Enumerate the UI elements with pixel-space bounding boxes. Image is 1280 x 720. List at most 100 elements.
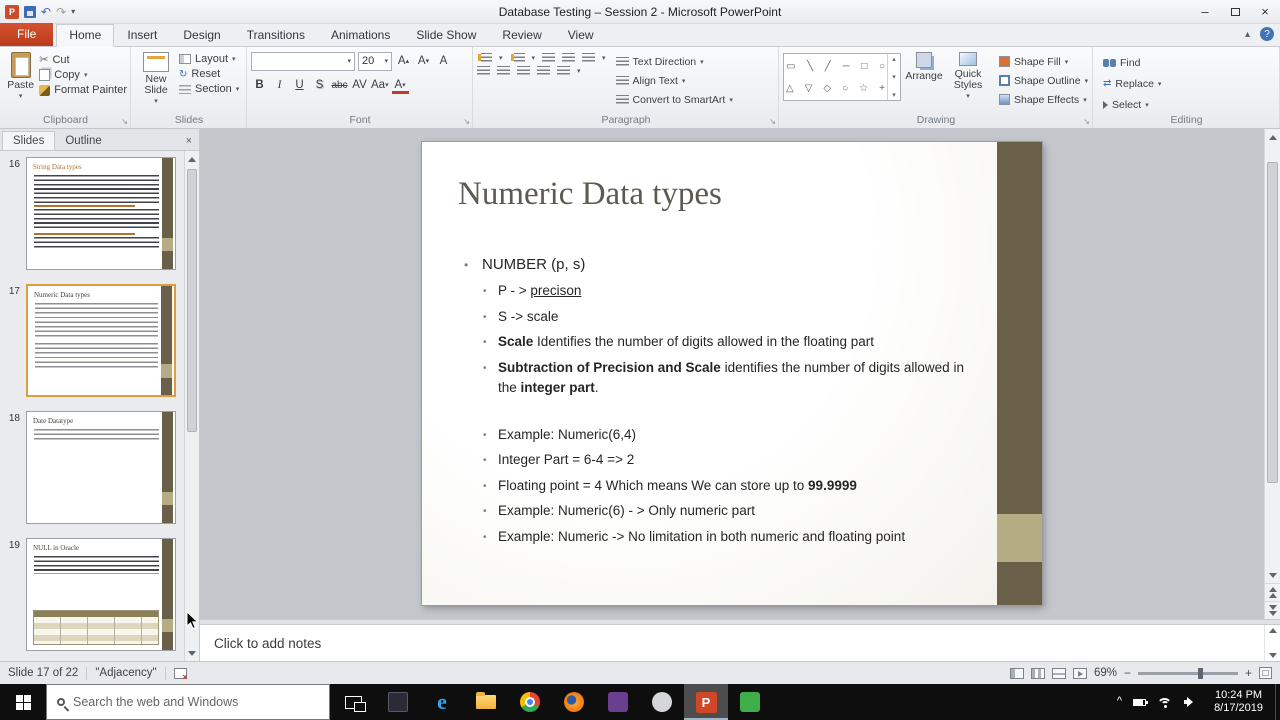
align-text-button[interactable]: Align Text ▾ — [615, 72, 733, 89]
wifi-icon[interactable] — [1157, 697, 1173, 708]
convert-smartart-button[interactable]: Convert to SmartArt ▾ — [615, 91, 733, 108]
numbering-icon[interactable] — [513, 53, 525, 62]
slide-title[interactable]: Numeric Data types — [458, 176, 722, 213]
taskbar-edge[interactable]: e — [420, 684, 464, 720]
font-color-icon[interactable]: A ▾ — [391, 79, 409, 94]
select-button[interactable]: Select ▾ — [1103, 96, 1276, 113]
tray-expand-icon[interactable]: ^ — [1117, 695, 1122, 707]
notes-pane[interactable]: Click to add notes — [200, 625, 1280, 661]
help-icon[interactable]: ? — [1260, 27, 1274, 41]
change-case-icon[interactable]: Aa ▾ — [371, 76, 389, 94]
increase-indent-icon[interactable] — [562, 53, 576, 62]
tab-insert[interactable]: Insert — [114, 25, 170, 46]
text-direction-button[interactable]: Text Direction ▾ — [615, 53, 733, 70]
shrink-font-icon[interactable]: A ▾ — [415, 52, 432, 70]
slide-19-thumbnail[interactable]: NULL in Oracle — [26, 538, 176, 651]
taskbar-app-dark[interactable] — [376, 684, 420, 720]
justify-icon[interactable] — [537, 66, 550, 75]
layout-button[interactable]: Layout ▾ — [179, 53, 239, 65]
align-center-icon[interactable] — [497, 66, 510, 75]
taskbar-powerpoint[interactable]: P — [684, 684, 728, 720]
qat-dropdown-icon[interactable]: ▾ — [71, 7, 75, 16]
save-icon[interactable] — [24, 5, 36, 18]
align-left-icon[interactable] — [477, 66, 490, 75]
paste-button[interactable]: Paste ▾ — [4, 50, 37, 113]
quick-styles-button[interactable]: Quick Styles ▾ — [947, 50, 989, 113]
fit-to-window-icon[interactable] — [1259, 667, 1272, 679]
reset-button[interactable]: ↻ Reset — [179, 68, 239, 80]
arrange-button[interactable]: Arrange — [903, 50, 945, 113]
tab-animations[interactable]: Animations — [318, 25, 403, 46]
spellcheck-icon[interactable] — [173, 667, 188, 682]
decrease-indent-icon[interactable] — [542, 53, 556, 62]
strikethrough-icon[interactable]: abc — [331, 76, 348, 94]
copy-button[interactable]: Copy ▾ — [39, 69, 127, 81]
tab-transitions[interactable]: Transitions — [234, 25, 318, 46]
character-spacing-icon[interactable]: AV — [351, 76, 368, 94]
notes-scrollbar[interactable] — [1264, 625, 1280, 661]
scroll-down-icon[interactable] — [185, 645, 199, 661]
font-dialog-launcher-icon[interactable]: ↘ — [463, 117, 470, 126]
slide-sorter-view-icon[interactable] — [1030, 667, 1045, 679]
redo-icon[interactable]: ↷ — [56, 6, 66, 18]
cut-button[interactable]: ✂ Cut — [39, 53, 127, 67]
taskbar-search[interactable] — [46, 684, 330, 720]
font-name-combobox[interactable]: ▾ — [251, 51, 355, 71]
previous-slide-button[interactable] — [1265, 583, 1280, 601]
close-button[interactable]: × — [1250, 0, 1280, 23]
scrollbar-thumb[interactable] — [1267, 161, 1278, 483]
line-spacing-icon[interactable] — [582, 53, 596, 62]
zoom-slider[interactable] — [1137, 667, 1238, 679]
italic-icon[interactable]: I — [271, 76, 288, 94]
current-slide[interactable]: Numeric Data types • NUMBER (p, s) • P - > … — [422, 142, 1042, 605]
section-button[interactable]: Section ▾ — [179, 83, 239, 95]
tab-view[interactable]: View — [555, 25, 607, 46]
replace-button[interactable]: ⇄ Replace ▾ — [1103, 75, 1276, 92]
panel-close-icon[interactable]: × — [186, 135, 199, 150]
minimize-ribbon-icon[interactable]: ▴ — [1245, 29, 1250, 40]
find-button[interactable]: Find — [1103, 54, 1276, 71]
slide-18-thumbnail[interactable]: Date Datatype — [26, 411, 176, 524]
scroll-down-icon[interactable] — [1265, 567, 1280, 583]
undo-icon[interactable]: ↶ — [41, 6, 51, 18]
battery-icon[interactable] — [1133, 698, 1149, 706]
shape-outline-button[interactable]: Shape Outline ▾ — [999, 72, 1088, 89]
scrollbar-thumb[interactable] — [187, 169, 197, 432]
slide-17-thumbnail[interactable]: Numeric Data types — [26, 284, 176, 397]
bold-icon[interactable]: B — [251, 76, 268, 94]
taskbar-chrome[interactable] — [508, 684, 552, 720]
scroll-up-icon[interactable] — [1265, 129, 1280, 145]
slideshow-view-icon[interactable] — [1072, 667, 1087, 679]
tab-slides-thumbnails[interactable]: Slides — [2, 131, 56, 150]
clipboard-dialog-launcher-icon[interactable]: ↘ — [121, 117, 128, 126]
shape-fill-button[interactable]: Shape Fill ▾ — [999, 53, 1088, 70]
scroll-down-icon[interactable] — [1268, 653, 1277, 658]
bullets-icon[interactable] — [481, 53, 492, 62]
tab-outline[interactable]: Outline — [55, 132, 111, 150]
taskbar-app-gray[interactable] — [640, 684, 684, 720]
search-input[interactable] — [73, 695, 303, 709]
drawing-dialog-launcher-icon[interactable]: ↘ — [1083, 117, 1090, 126]
shapes-gallery[interactable]: ▭ ╲ ╱ ─ □ ○ △ ▽ ◇ ○ ☆ + ▴ ▾ ▾ — [783, 53, 901, 101]
start-button[interactable] — [0, 684, 46, 720]
taskbar-file-explorer[interactable] — [464, 684, 508, 720]
text-shadow-icon[interactable]: S — [311, 76, 328, 94]
tab-file[interactable]: File — [0, 23, 54, 46]
slide-bullets[interactable]: • NUMBER (p, s) • P - > precison • S -> scale… — [464, 254, 964, 552]
normal-view-icon[interactable] — [1009, 667, 1024, 679]
show-desktop-button[interactable] — [1275, 684, 1280, 720]
scroll-up-icon[interactable] — [1268, 628, 1277, 633]
zoom-percent[interactable]: 69% — [1094, 667, 1117, 679]
volume-icon[interactable] — [1184, 697, 1197, 708]
columns-icon[interactable] — [557, 66, 570, 75]
slide-16-thumbnail[interactable]: String Data types — [26, 157, 176, 270]
thumbnails-scrollbar[interactable] — [184, 151, 199, 661]
zoom-out-icon[interactable]: − — [1124, 666, 1131, 680]
grow-font-icon[interactable]: A ▴ — [395, 52, 412, 70]
reading-view-icon[interactable] — [1051, 667, 1066, 679]
shape-effects-button[interactable]: Shape Effects ▾ — [999, 91, 1088, 108]
powerpoint-app-icon[interactable]: P — [5, 4, 19, 19]
taskbar-app-green[interactable] — [728, 684, 772, 720]
editor-scrollbar[interactable] — [1264, 129, 1280, 619]
tab-design[interactable]: Design — [170, 25, 233, 46]
